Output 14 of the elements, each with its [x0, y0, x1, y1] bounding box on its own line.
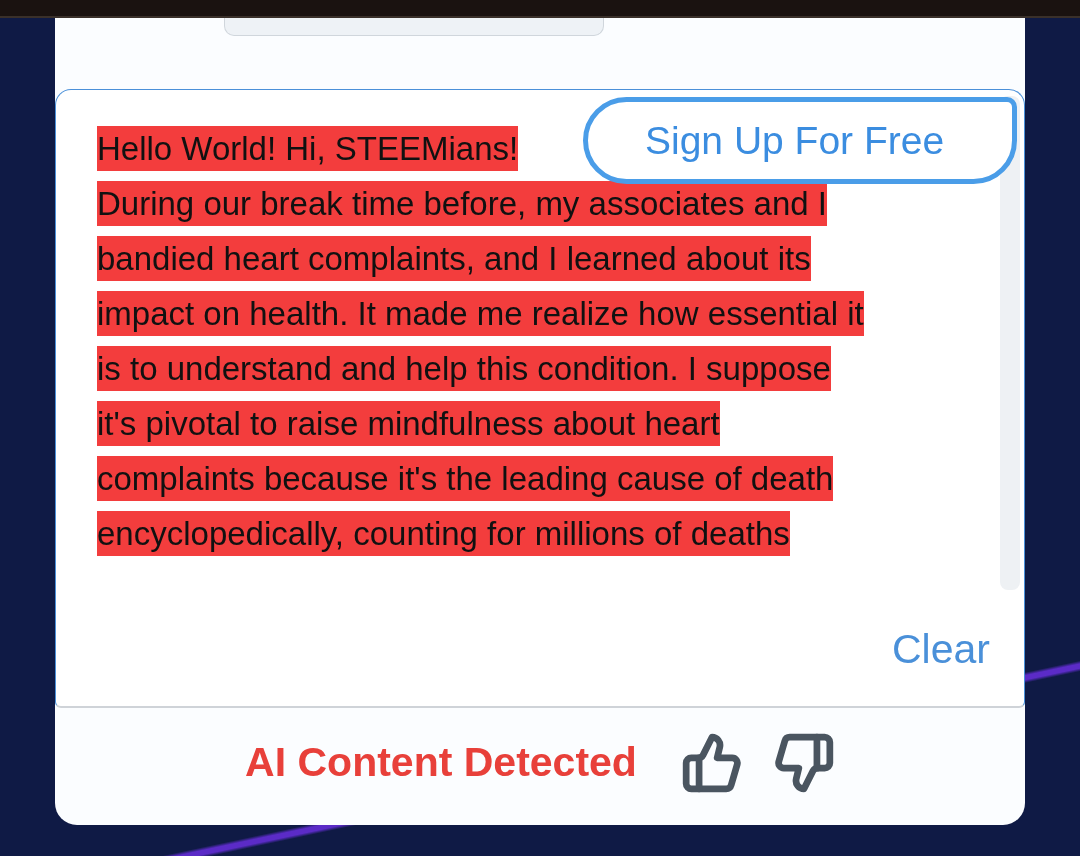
- highlighted-text: impact on health. It made me realize how essential it: [97, 291, 864, 336]
- highlighted-text: During our break time before, my associates and I: [97, 181, 827, 226]
- highlighted-text: Hello World! Hi, STEEMians!: [97, 126, 519, 171]
- highlighted-text: it's pivotal to raise mindfulness about heart: [97, 401, 720, 446]
- text-editor[interactable]: [55, 89, 1025, 708]
- sign-up-button[interactable]: Sign Up For Free: [583, 97, 1017, 184]
- highlighted-text: is to understand and help this condition. I suppose: [97, 346, 831, 391]
- highlighted-text: encyclopedically, counting for millions of deaths: [97, 511, 790, 556]
- thumbs-up-icon[interactable]: [680, 731, 743, 794]
- clear-button[interactable]: Clear: [892, 626, 990, 673]
- thumbs-down-icon[interactable]: [772, 731, 835, 794]
- highlighted-text: bandied heart complaints, and I learned about its: [97, 236, 811, 281]
- result-label: AI Content Detected: [245, 739, 637, 786]
- highlighted-text: complaints because it's the leading cause of death: [97, 456, 834, 501]
